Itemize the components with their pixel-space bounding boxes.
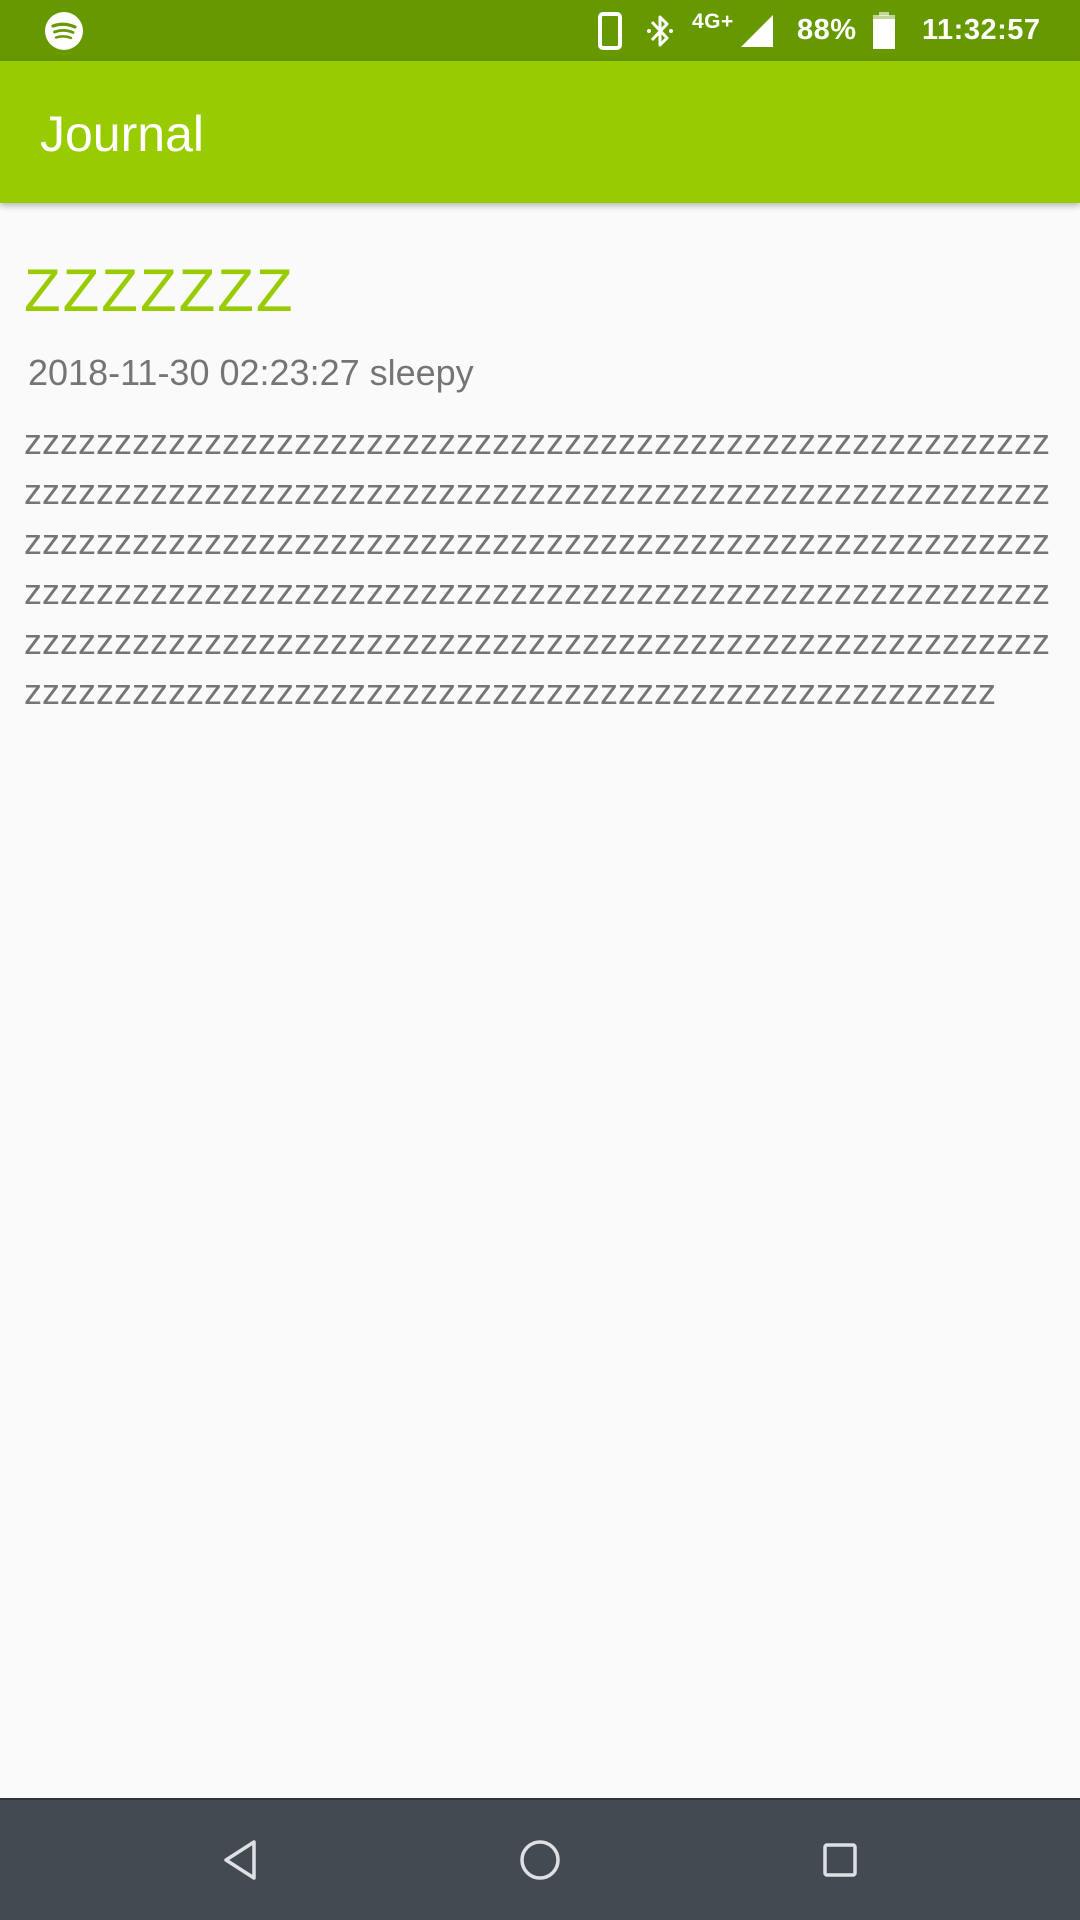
phone-vibrate-icon bbox=[597, 0, 623, 61]
clock: 11:32:57 bbox=[922, 14, 1041, 46]
recents-icon[interactable] bbox=[780, 1800, 900, 1920]
entry-body: zzzzzzzzzzzzzzzzzzzzzzzzzzzzzzzzzzzzzzzz… bbox=[24, 421, 1050, 712]
entry-title: ZZZZZZZ bbox=[24, 257, 295, 324]
bluetooth-icon bbox=[645, 0, 675, 61]
home-icon[interactable] bbox=[480, 1800, 600, 1920]
battery-percent: 88% bbox=[797, 14, 857, 46]
back-icon[interactable] bbox=[180, 1800, 300, 1920]
app-title: Journal bbox=[40, 106, 204, 162]
journal-entry: ZZZZZZZ 2018-11-30 02:23:27 sleepy zzzzz… bbox=[24, 203, 1054, 717]
status-bar: 4G+ 88% 11:32:57 bbox=[0, 0, 1080, 61]
network-type: 4G+ bbox=[692, 10, 734, 33]
spotify-icon bbox=[44, 11, 84, 51]
signal-icon bbox=[740, 0, 774, 61]
battery-icon bbox=[872, 0, 896, 61]
navigation-bar bbox=[0, 1798, 1080, 1920]
app-bar: Journal bbox=[0, 61, 1080, 203]
entry-meta: 2018-11-30 02:23:27 sleepy bbox=[28, 352, 474, 393]
